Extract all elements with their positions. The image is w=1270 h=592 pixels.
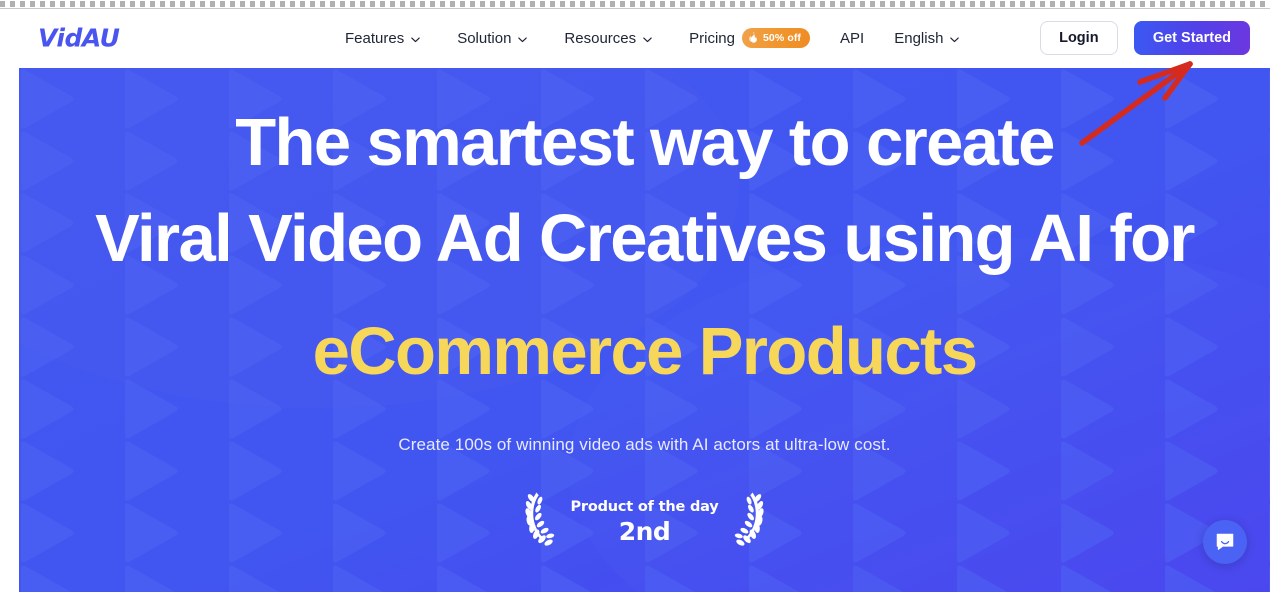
chat-launcher-button[interactable] — [1203, 520, 1247, 564]
headline-line-2: Viral Video Ad Creatives using AI for — [95, 201, 1195, 276]
page-root: VidAU Features Solution Resources Pricin… — [0, 0, 1270, 592]
nav-item-label: Features — [345, 29, 405, 47]
award-title: Product of the day — [570, 498, 719, 515]
main-navigation: Features Solution Resources Pricing 50% … — [345, 9, 960, 67]
chat-bubble-icon — [1216, 533, 1234, 550]
headline-line-1: The smartest way to create — [235, 105, 1055, 180]
nav-item-solution[interactable]: Solution — [457, 30, 547, 47]
flame-icon — [748, 32, 759, 44]
nav-item-label: Pricing — [689, 29, 735, 47]
hero-subtitle: Create 100s of winning video ads with AI… — [398, 435, 891, 454]
laurel-wreath-icon — [734, 492, 764, 546]
chevron-down-icon — [517, 34, 528, 45]
hero-content: The smartest way to create Viral Video A… — [19, 68, 1270, 592]
nav-item-api[interactable]: API — [840, 30, 864, 47]
nav-item-pricing[interactable]: Pricing 50% off — [689, 28, 811, 48]
language-selector[interactable]: English — [894, 30, 960, 47]
language-label: English — [894, 29, 944, 47]
header-actions: Login Get Started — [1039, 21, 1250, 55]
hero-headline: The smartest way to create Viral Video A… — [19, 109, 1270, 385]
login-button[interactable]: Login — [1039, 21, 1118, 55]
site-header: VidAU Features Solution Resources Pricin… — [0, 9, 1270, 67]
chevron-down-icon — [949, 34, 960, 45]
product-of-the-day-badge: Product of the day 2nd — [520, 489, 768, 555]
discount-badge: 50% off — [741, 28, 811, 48]
hero-section: The smartest way to create Viral Video A… — [19, 68, 1270, 592]
nav-item-label: Resources — [564, 29, 637, 47]
nav-item-resources[interactable]: Resources — [564, 30, 672, 47]
laurel-wreath-icon — [525, 492, 555, 546]
nav-item-label: Solution — [457, 29, 512, 47]
get-started-button[interactable]: Get Started — [1133, 21, 1250, 55]
discount-badge-label: 50% off — [762, 32, 802, 44]
ruler-strip — [0, 0, 1270, 9]
headline-highlight: eCommerce Products — [312, 314, 978, 389]
nav-item-features[interactable]: Features — [345, 30, 440, 47]
brand-logo[interactable]: VidAU — [38, 24, 120, 53]
award-rank: 2nd — [618, 516, 671, 546]
chevron-down-icon — [410, 34, 421, 45]
chevron-down-icon — [642, 34, 653, 45]
award-text: Product of the day 2nd — [570, 499, 718, 546]
